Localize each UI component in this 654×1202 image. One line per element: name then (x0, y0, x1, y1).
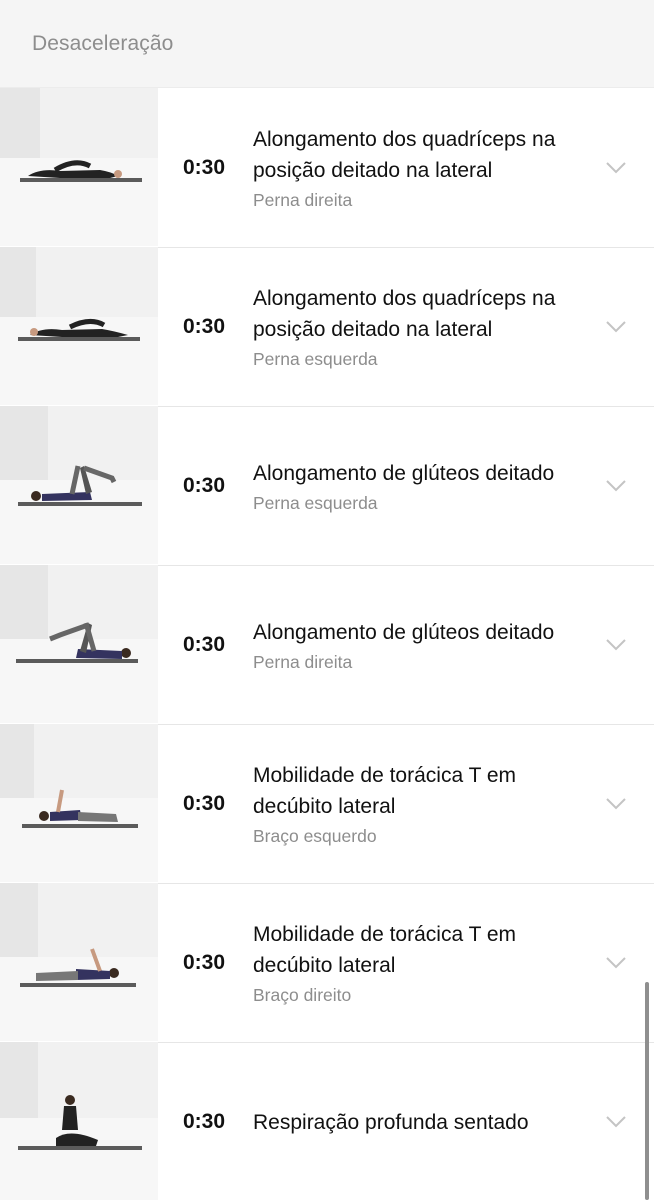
scrollbar[interactable] (645, 982, 649, 1200)
chevron-down-icon[interactable] (605, 479, 627, 493)
exercise-row[interactable]: 0:30 Alongamento de glúteos deitado Pern… (0, 406, 654, 565)
exercise-thumbnail (0, 1042, 158, 1200)
exercise-row[interactable]: 0:30 Alongamento de glúteos deitado Pern… (0, 565, 654, 724)
chevron-down-icon[interactable] (605, 1115, 627, 1129)
workout-screen: Desaceleração 0:30 Alongamento dos quadr… (0, 0, 654, 1202)
exercise-subtitle: Braço direito (253, 985, 352, 1005)
exercise-title: Alongamento dos quadríceps na posição de… (253, 287, 556, 341)
chevron-down-icon[interactable] (605, 320, 627, 334)
exercise-row[interactable]: 0:30 Alongamento dos quadríceps na posiç… (0, 88, 654, 247)
chevron-down-icon[interactable] (605, 161, 627, 175)
exercise-title: Alongamento de glúteos deitado (253, 620, 555, 644)
chevron-down-icon[interactable] (605, 956, 627, 970)
exercise-duration: 0:30 (183, 315, 226, 338)
exercise-duration: 0:30 (183, 155, 226, 179)
exercise-subtitle: Perna direita (253, 651, 353, 672)
exercise-subtitle: Perna esquerda (253, 349, 378, 369)
exercise-thumbnail (0, 883, 158, 1041)
exercise-thumbnail (0, 724, 158, 882)
chevron-down-icon[interactable] (605, 797, 627, 811)
section-header: Desaceleração (0, 0, 654, 88)
section-title: Desaceleração (32, 31, 174, 55)
exercise-thumbnail (0, 88, 158, 246)
exercise-thumbnail (0, 247, 158, 405)
exercise-title: Respiração profunda sentado (253, 1110, 529, 1134)
exercise-row[interactable]: 0:30 Mobilidade de torácica T em decúbit… (0, 883, 654, 1042)
exercise-thumbnail (0, 565, 158, 723)
exercise-duration: 0:30 (183, 792, 226, 815)
exercise-title: Mobilidade de torácica T em decúbito lat… (253, 923, 517, 977)
exercise-duration: 0:30 (183, 951, 226, 974)
exercise-subtitle: Braço esquerdo (253, 826, 377, 846)
exercise-title: Alongamento de glúteos deitado (253, 461, 555, 485)
chevron-down-icon[interactable] (605, 638, 627, 652)
exercise-subtitle: Perna esquerda (253, 492, 378, 513)
exercise-row[interactable]: 0:30 Mobilidade de torácica T em decúbit… (0, 724, 654, 883)
exercise-list: 0:30 Alongamento dos quadríceps na posiç… (0, 88, 654, 1201)
exercise-duration: 0:30 (183, 1110, 226, 1133)
exercise-row[interactable]: 0:30 Alongamento dos quadríceps na posiç… (0, 247, 654, 406)
exercise-duration: 0:30 (183, 633, 226, 656)
exercise-title: Mobilidade de torácica T em decúbito lat… (253, 764, 517, 818)
exercise-row[interactable]: 0:30 Respiração profunda sentado (0, 1042, 654, 1201)
exercise-subtitle: Perna direita (253, 189, 353, 210)
exercise-thumbnail (0, 406, 158, 564)
exercise-title: Alongamento dos quadríceps na posição de… (253, 127, 556, 182)
exercise-duration: 0:30 (183, 474, 226, 497)
